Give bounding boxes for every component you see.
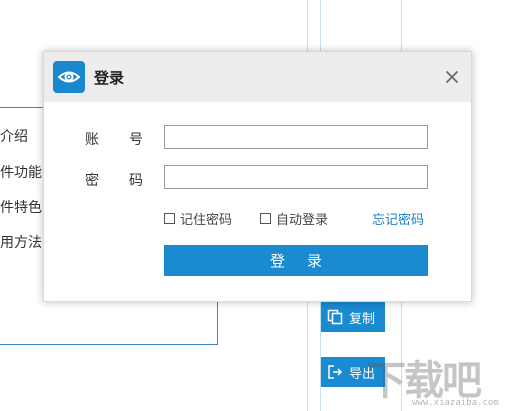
menu-item-usage[interactable]: 用方法 [0, 232, 42, 252]
copy-icon [327, 309, 343, 325]
checkbox-box [260, 213, 271, 224]
dialog-header: 登录 [44, 52, 471, 102]
export-icon [327, 364, 343, 380]
password-label: 密码 [85, 173, 145, 189]
login-button[interactable]: 登录 [164, 245, 428, 276]
copy-button-label: 复制 [349, 311, 376, 327]
watermark-url: www.xiazaiba.com [412, 398, 499, 408]
auto-login-label: 自动登录 [276, 213, 329, 228]
password-input[interactable] [164, 165, 428, 189]
panel-border-bottom [0, 344, 218, 345]
copy-button[interactable]: 复制 [321, 302, 385, 332]
auto-login-checkbox[interactable]: 自动登录 [260, 209, 328, 228]
account-input[interactable] [164, 125, 428, 149]
remember-password-checkbox[interactable]: 记住密码 [164, 209, 232, 228]
eye-icon [53, 61, 85, 93]
account-label: 账号 [85, 132, 145, 148]
forgot-password-link[interactable]: 忘记密码 [372, 209, 424, 228]
menu-item-features[interactable]: 件功能 [0, 162, 42, 182]
dialog-title: 登录 [94, 69, 125, 87]
panel-border-top [0, 107, 44, 108]
menu-item-intro[interactable]: 介绍 [0, 126, 28, 146]
menu-item-highlights[interactable]: 件特色 [0, 197, 42, 217]
checkbox-box [164, 213, 175, 224]
panel-border-right [217, 301, 218, 345]
close-icon[interactable] [445, 69, 459, 84]
login-dialog: 登录 账号 密码 记住密码 自动登录 忘记密码 登录 [43, 51, 472, 302]
remember-password-label: 记住密码 [180, 213, 233, 228]
